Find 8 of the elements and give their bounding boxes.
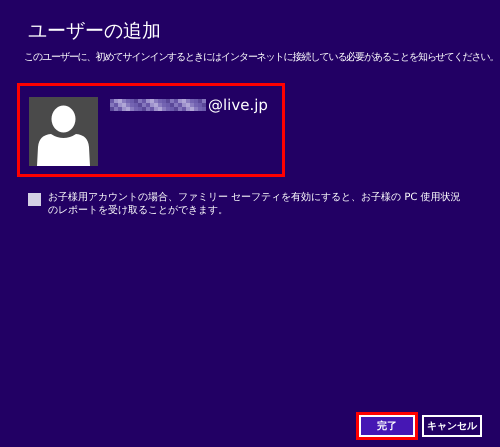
dialog-title: ユーザーの追加 xyxy=(28,20,162,43)
done-button[interactable]: 完了 xyxy=(359,415,415,437)
cancel-button[interactable]: キャンセル xyxy=(422,415,482,437)
user-avatar-icon xyxy=(29,96,98,166)
family-safety-checkbox[interactable] xyxy=(28,192,41,206)
family-safety-label: お子様用アカウントの場合、ファミリー セーフティを有効にすると、お子様の PC 使用状況のレポートを受け取ることができます。 xyxy=(48,190,462,218)
instruction-text: このユーザーに、初めてサインインするときにはインターネットに接続している必要があることを知らせてください。 xyxy=(24,50,498,64)
email-address: @live.jp xyxy=(208,94,268,116)
